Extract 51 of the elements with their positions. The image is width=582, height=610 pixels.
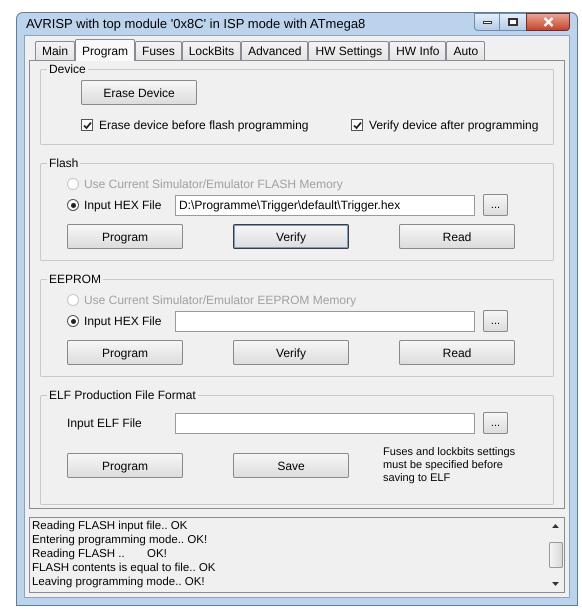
scroll-down-icon[interactable]	[552, 582, 559, 586]
file-field[interactable]: D:\Programme\Trigger\default\Trigger.hex	[175, 194, 475, 216]
checkbox-label: Erase device before flash programming	[99, 117, 308, 134]
action-button[interactable]: Program	[67, 224, 183, 249]
scroll-up-icon[interactable]	[552, 524, 559, 528]
field-label: Input ELF File	[67, 415, 143, 432]
log-line: Reading FLASH input file.. OK	[32, 519, 188, 533]
group-title: Device	[47, 62, 88, 76]
action-button[interactable]: Program	[67, 453, 183, 478]
file-field[interactable]	[175, 310, 475, 332]
action-button[interactable]: Program	[67, 340, 183, 365]
tab[interactable]: Advanced	[241, 41, 308, 60]
action-button[interactable]: Read	[399, 224, 515, 249]
log-line: Reading FLASH .. OK!	[32, 547, 168, 561]
group-title: ELF Production File Format	[47, 388, 198, 402]
tab[interactable]: LockBits	[182, 41, 242, 60]
action-button[interactable]: Verify	[233, 224, 349, 249]
tab[interactable]: Auto	[446, 41, 486, 60]
checkbox-label: Verify device after programming	[369, 117, 538, 134]
browse-button[interactable]: ...	[483, 412, 508, 434]
browse-button[interactable]: ...	[483, 310, 508, 332]
tab[interactable]: Fuses	[135, 41, 182, 60]
action-button[interactable]: Read	[399, 340, 515, 365]
radio-label: Use Current Simulator/Emulator FLASH Memory	[84, 176, 343, 193]
scroll-thumb[interactable]	[548, 542, 562, 568]
tab[interactable]: Program	[75, 39, 136, 61]
window-title: AVRISP with top module '0x8C' in ISP mode with ATmega8	[25, 15, 366, 34]
radio-button[interactable]	[67, 199, 79, 211]
browse-button[interactable]: ...	[483, 194, 508, 216]
group-title: Flash	[47, 156, 80, 170]
action-button[interactable]: Erase Device	[81, 80, 197, 105]
group-title: EEPROM	[47, 272, 104, 286]
log-line: Leaving programming mode.. OK!	[32, 575, 206, 589]
tab[interactable]: HW Settings	[308, 41, 390, 60]
radio-label: Input HEX File	[84, 313, 162, 330]
maximize-icon[interactable]	[500, 13, 526, 31]
checkbox[interactable]	[81, 119, 93, 131]
log-line: Entering programming mode.. OK!	[32, 533, 208, 547]
file-field[interactable]	[175, 412, 475, 434]
radio-label: Input HEX File	[84, 197, 162, 214]
tab[interactable]: HW Info	[389, 41, 446, 60]
checkbox[interactable]	[351, 119, 363, 131]
radio-button[interactable]	[67, 315, 79, 327]
action-button[interactable]: Save	[233, 453, 349, 478]
minimize-icon[interactable]	[474, 13, 500, 31]
tab[interactable]: Main	[35, 41, 76, 60]
note-text: Fuses and lockbits settings must be specified before saving to ELF	[383, 446, 516, 485]
close-icon[interactable]	[526, 13, 570, 31]
log-line: FLASH contents is equal to file.. OK	[32, 561, 216, 575]
action-button[interactable]: Verify	[233, 340, 349, 365]
radio-label: Use Current Simulator/Emulator EEPROM Memory	[84, 292, 356, 309]
